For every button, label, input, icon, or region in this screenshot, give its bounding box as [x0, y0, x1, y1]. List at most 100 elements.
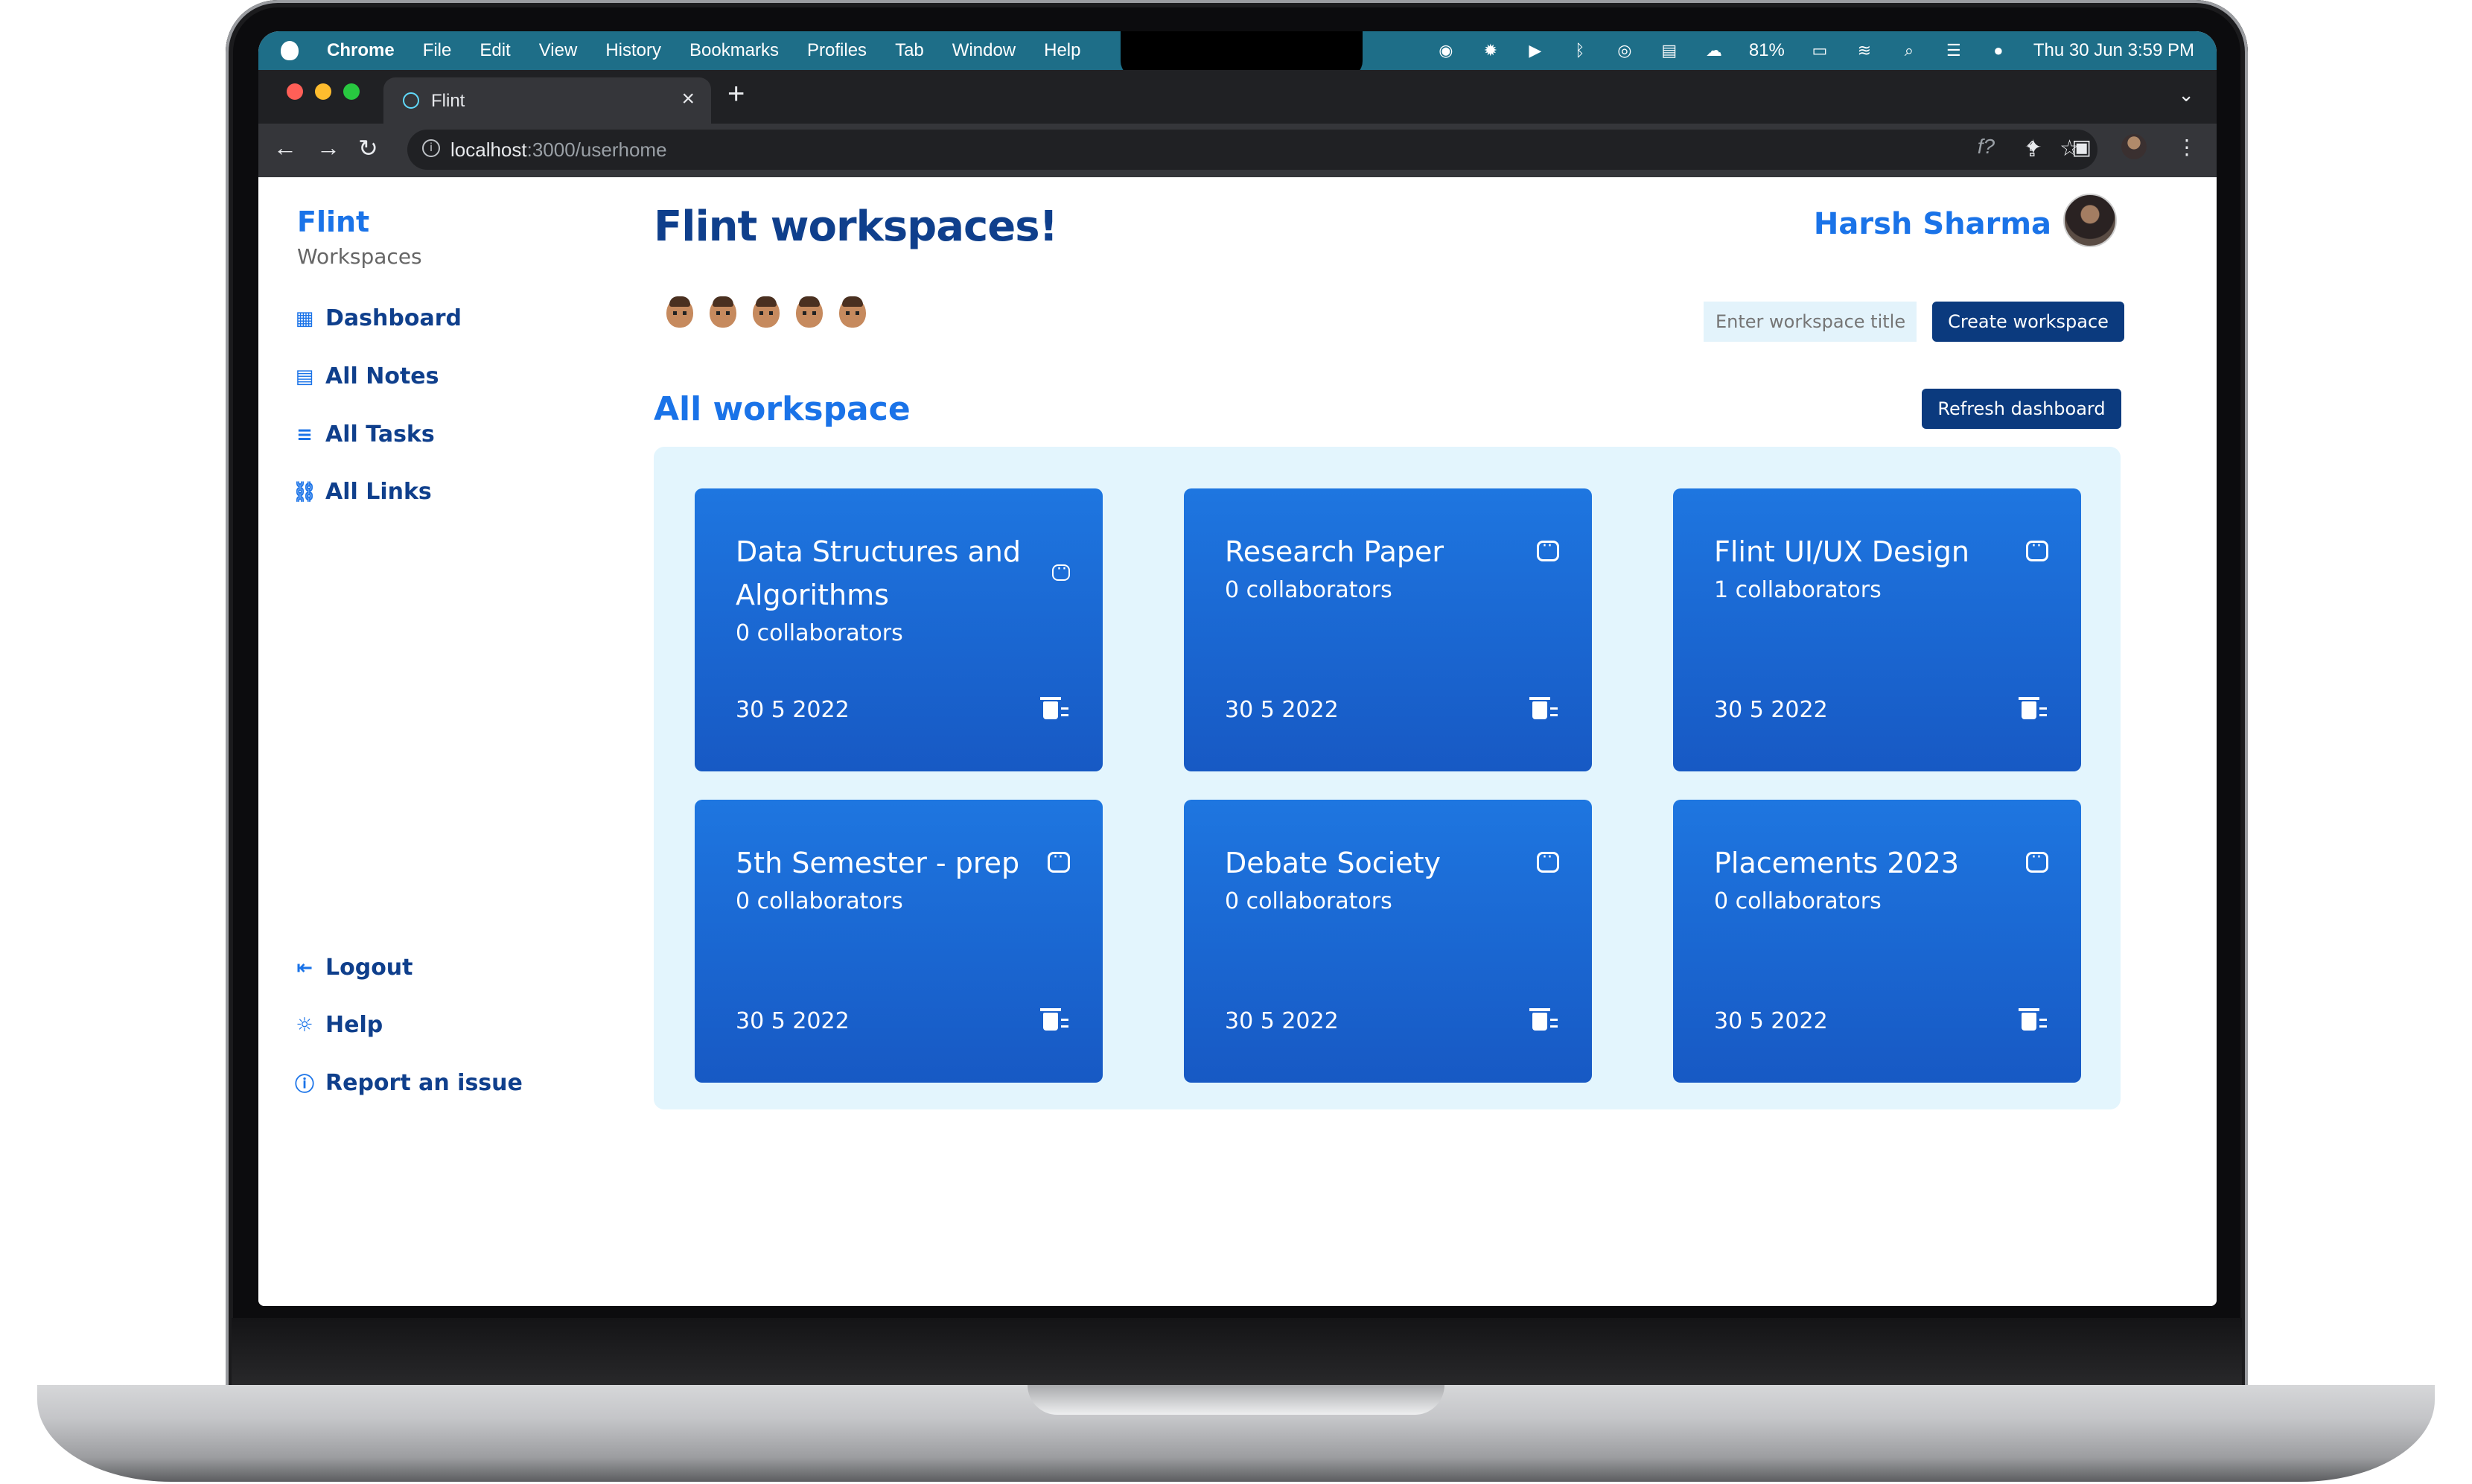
minimize-window-button[interactable] [315, 83, 331, 100]
back-arrow-icon[interactable]: ← [273, 134, 297, 162]
extensions-puzzle-icon[interactable]: ✦ [2025, 135, 2042, 159]
workspace-card[interactable]: Placements 2023 0 collaborators 30 5 202… [1673, 800, 2081, 1083]
forward-arrow-icon[interactable]: → [316, 134, 340, 162]
workspace-title: Flint UI/UX Design [1714, 535, 1969, 568]
workspace-card[interactable]: Data Structures and Algorithms 0 collabo… [695, 488, 1103, 771]
sidebar-item-report-issue[interactable]: ⓘ Report an issue [294, 1070, 523, 1096]
delete-icon[interactable] [2019, 1008, 2047, 1031]
logout-icon: ⇤ [296, 956, 313, 979]
menu-profiles[interactable]: Profiles [807, 40, 867, 61]
chat-icon[interactable] [1048, 848, 1070, 873]
workspace-card[interactable]: Research Paper 0 collaborators 30 5 2022 [1184, 488, 1592, 771]
battery-icon[interactable]: ▭ [1810, 41, 1829, 60]
spotlight-icon[interactable]: ⌕ [1899, 41, 1919, 60]
workspace-title: Data Structures and Algorithms [736, 535, 1021, 611]
workspace-title: 5th Semester - prep [736, 847, 1020, 879]
tab-title: Flint [431, 91, 465, 111]
sidebar-item-label: All Links [325, 479, 432, 505]
chat-icon[interactable] [2026, 537, 2048, 561]
report-icon: ⓘ [294, 1074, 314, 1096]
page-title: Flint workspaces! [654, 203, 1058, 251]
address-bar[interactable]: i localhost:3000/userhome ⇪ ☆ [407, 130, 2097, 170]
delete-icon[interactable] [1040, 697, 1068, 719]
create-workspace-button[interactable]: Create workspace [1932, 302, 2124, 342]
menubar-clock[interactable]: Thu 30 Jun 3:59 PM [2033, 40, 2194, 61]
keyboard-icon[interactable]: ▤ [1660, 41, 1679, 60]
workspace-title-input[interactable] [1704, 302, 1917, 342]
menu-edit[interactable]: Edit [480, 40, 510, 61]
workspace-card-text: 5th Semester - prep 0 collaborators [736, 841, 1033, 919]
workspace-card-text: Placements 2023 0 collaborators [1714, 841, 2012, 919]
person-emoji-icon [796, 296, 823, 328]
profile-avatar-icon[interactable] [2121, 134, 2147, 159]
workspace-card-text: Debate Society 0 collaborators [1225, 841, 1523, 919]
url-text[interactable]: localhost:3000/userhome [450, 138, 667, 162]
play-icon[interactable]: ▶ [1526, 41, 1545, 60]
user-name[interactable]: Harsh Sharma [1814, 207, 2051, 241]
menu-view[interactable]: View [539, 40, 578, 61]
sidebar-item-logout[interactable]: ⇤ Logout [294, 955, 412, 981]
delete-icon[interactable] [1529, 1008, 1558, 1031]
apple-icon[interactable] [281, 41, 299, 60]
collaborator-emoji-row [666, 296, 866, 328]
chrome-toolbar: ← → ↻ i localhost:3000/userhome ⇪ ☆ f? ✦… [258, 124, 2217, 177]
menu-history[interactable]: History [605, 40, 661, 61]
workspace-card[interactable]: Flint UI/UX Design 1 collaborators 30 5 … [1673, 488, 2081, 771]
delete-icon[interactable] [1529, 697, 1558, 719]
avatar[interactable] [2063, 194, 2117, 247]
close-window-button[interactable] [287, 83, 303, 100]
bluetooth-icon[interactable]: ᛒ [1570, 41, 1590, 60]
menu-window[interactable]: Window [952, 40, 1016, 61]
menu-bookmarks[interactable]: Bookmarks [689, 40, 779, 61]
sidebar-item-all-links[interactable]: ⛓ All Links [293, 479, 432, 505]
menu-help[interactable]: Help [1044, 40, 1080, 61]
chrome-menu-icon[interactable]: ⋮ [2176, 135, 2197, 159]
wifi-icon[interactable]: ≋ [1855, 41, 1874, 60]
site-info-icon[interactable]: i [422, 139, 440, 157]
window-controls [287, 83, 360, 100]
menu-app-name[interactable]: Chrome [327, 40, 395, 61]
browser-tab[interactable]: Flint × [383, 77, 711, 124]
tab-search-chevron-icon[interactable]: ⌄ [2178, 83, 2194, 106]
laptop-bezel-bottom [232, 1318, 2242, 1392]
notes-icon: ▤ [295, 365, 314, 388]
workspace-title: Research Paper [1225, 535, 1444, 568]
workspace-date: 30 5 2022 [736, 697, 850, 723]
sidebar-item-all-tasks[interactable]: ≡ All Tasks [294, 421, 435, 448]
sidebar-item-all-notes[interactable]: ▤ All Notes [294, 363, 439, 389]
workspace-card[interactable]: Debate Society 0 collaborators 30 5 2022 [1184, 800, 1592, 1083]
delete-icon[interactable] [2019, 697, 2047, 719]
collaborator-count: 0 collaborators [1225, 577, 1392, 603]
brightness-icon[interactable]: ✹ [1481, 41, 1500, 60]
airdrop-icon[interactable]: ◎ [1615, 41, 1634, 60]
url-path: :3000/userhome [526, 138, 667, 161]
close-tab-icon[interactable]: × [681, 86, 695, 112]
battery-percent[interactable]: 81% [1749, 40, 1785, 61]
creative-cloud-icon[interactable]: ◉ [1436, 41, 1456, 60]
workspace-date: 30 5 2022 [1225, 1008, 1339, 1034]
workspace-date: 30 5 2022 [1714, 697, 1828, 723]
formula-extension-icon[interactable]: f? [1978, 135, 1995, 159]
side-panel-icon[interactable]: ▣ [2072, 135, 2092, 159]
control-center-icon[interactable]: ☰ [1944, 41, 1963, 60]
refresh-dashboard-button[interactable]: Refresh dashboard [1922, 389, 2121, 429]
brand-logo[interactable]: Flint [297, 206, 369, 238]
sidebar-item-help[interactable]: ☼ Help [294, 1012, 383, 1038]
menu-file[interactable]: File [423, 40, 452, 61]
menu-tab[interactable]: Tab [895, 40, 924, 61]
chat-icon[interactable] [1537, 537, 1559, 561]
chat-icon[interactable] [1052, 560, 1070, 581]
reload-icon[interactable]: ↻ [358, 134, 378, 162]
delete-icon[interactable] [1040, 1008, 1068, 1031]
chat-icon[interactable] [1537, 848, 1559, 873]
siri-icon[interactable]: ● [1989, 41, 2008, 60]
zoom-window-button[interactable] [343, 83, 360, 100]
new-tab-button[interactable]: + [727, 77, 745, 111]
sidebar-item-dashboard[interactable]: ▦ Dashboard [294, 305, 462, 331]
sidebar-item-label: All Notes [325, 363, 439, 389]
person-emoji-icon [666, 296, 693, 328]
workspace-date: 30 5 2022 [736, 1008, 850, 1034]
chat-icon[interactable] [2026, 848, 2048, 873]
weather-icon[interactable]: ☁ [1704, 41, 1724, 60]
workspace-card[interactable]: 5th Semester - prep 0 collaborators 30 5… [695, 800, 1103, 1083]
